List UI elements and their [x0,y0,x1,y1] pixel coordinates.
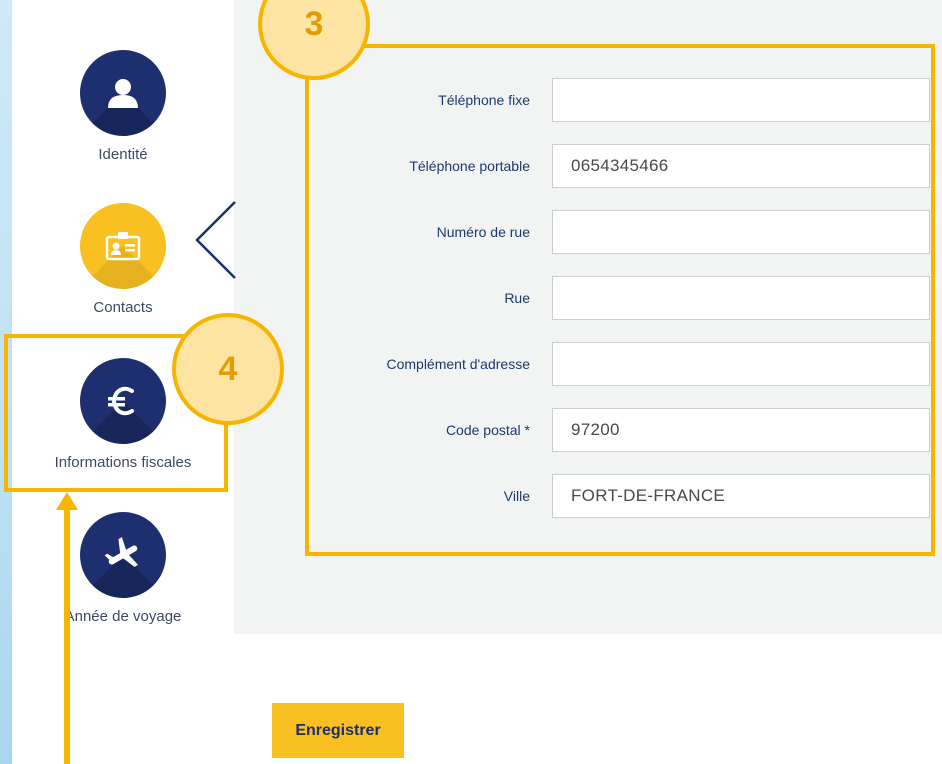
arrow-up-icon [56,492,78,764]
annotation-badge-4: 4 [172,313,284,425]
save-button[interactable]: Enregistrer [272,703,404,758]
annotation-highlight-form [305,44,935,556]
airplane-icon [80,512,166,598]
sidebar-item-label: Année de voyage [64,608,182,625]
